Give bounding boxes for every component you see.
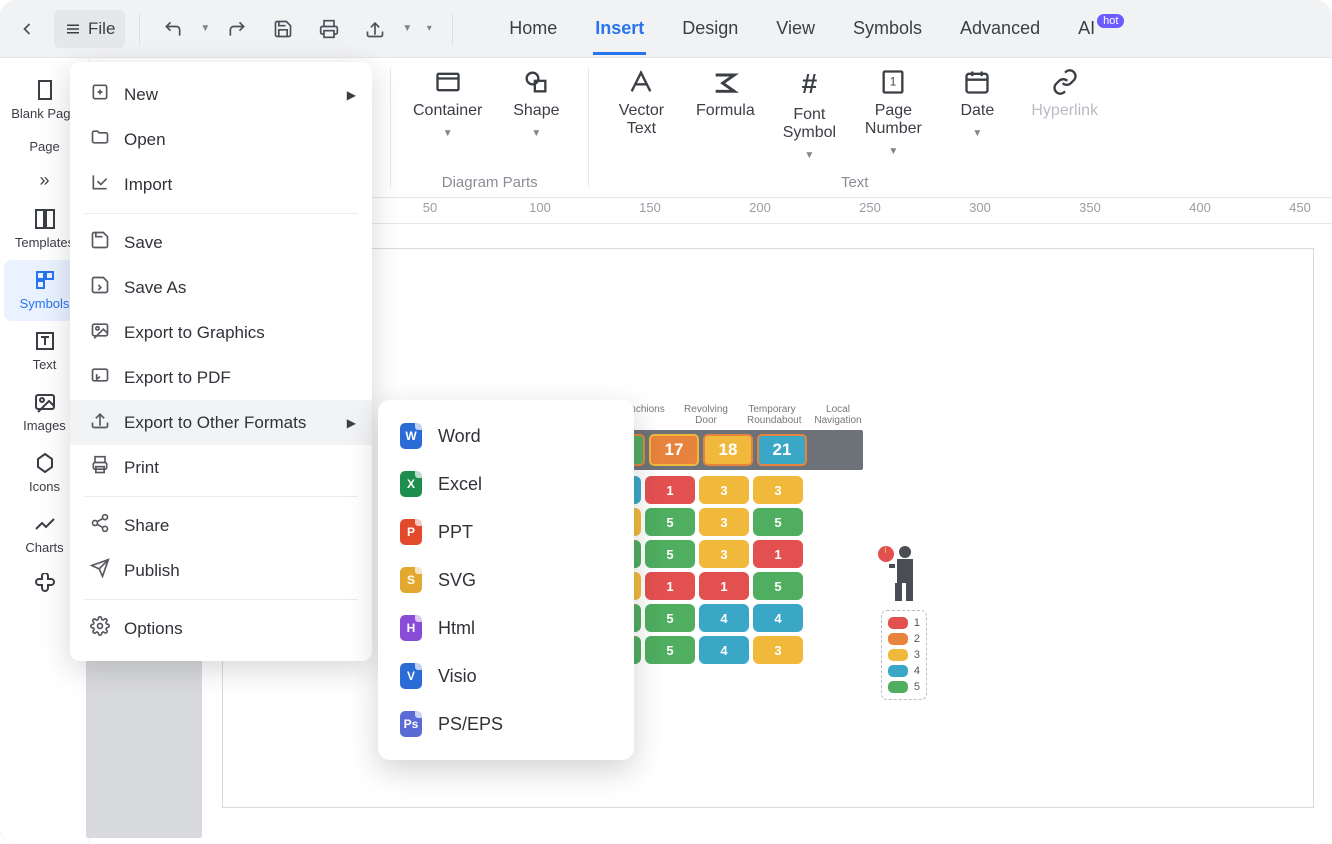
data-cell: 5	[753, 508, 803, 536]
svg-file-icon: S	[400, 567, 422, 593]
title-bar: File ▼ ▼ ▾ Home Insert Design View Symbo…	[0, 0, 1332, 58]
export-svg[interactable]: SSVG	[378, 556, 634, 604]
undo-button[interactable]	[154, 10, 192, 48]
ribbon-group-text: Vector Text Formula #Font Symbol▼ 1Page …	[589, 58, 1120, 197]
menu-item-saveas[interactable]: Save As	[70, 265, 372, 310]
total-cell: 18	[703, 434, 753, 466]
options-icon	[90, 616, 110, 641]
export-graphics-icon	[90, 320, 110, 345]
share-icon	[90, 513, 110, 538]
menu-item-open[interactable]: Open	[70, 117, 372, 162]
menu-item-export-graphics[interactable]: Export to Graphics	[70, 310, 372, 355]
person-icon	[875, 544, 923, 607]
menu-item-save[interactable]: Save	[70, 220, 372, 265]
tab-design[interactable]: Design	[680, 4, 740, 53]
data-cell: 3	[753, 636, 803, 664]
export-pdf-icon	[90, 365, 110, 390]
data-cell: 3	[699, 476, 749, 504]
import-icon	[90, 172, 110, 197]
data-cell: 3	[753, 476, 803, 504]
export-toolbar-dropdown[interactable]: ▼	[402, 23, 412, 34]
ribbon-vector-text[interactable]: Vector Text	[611, 68, 671, 138]
export-other-formats-submenu: WWordXExcelPPPTSSVGHHtmlVVisioPsPS/EPS	[378, 400, 634, 760]
ribbon-font-symbol[interactable]: #Font Symbol▼	[779, 68, 839, 161]
tab-home[interactable]: Home	[507, 4, 559, 53]
ribbon-group-diagram-parts: Container▼ Shape▼ Diagram Parts	[391, 58, 588, 197]
submenu-arrow-icon: ▶	[347, 88, 356, 102]
file-menu-label: File	[88, 19, 115, 39]
data-cell: 1	[645, 572, 695, 600]
data-cell: 1	[645, 476, 695, 504]
ribbon-formula[interactable]: Formula	[695, 68, 755, 120]
menu-item-options[interactable]: Options	[70, 606, 372, 651]
data-cell: 5	[645, 508, 695, 536]
data-cell: 5	[645, 540, 695, 568]
ribbon-hyperlink: Hyperlink	[1031, 68, 1098, 120]
save-button-toolbar[interactable]	[264, 10, 302, 48]
ppt-file-icon: P	[400, 519, 422, 545]
export-other-icon	[90, 410, 110, 435]
data-cell: 1	[753, 540, 803, 568]
save-icon	[90, 230, 110, 255]
export-ppt[interactable]: PPPT	[378, 508, 634, 556]
tab-symbols[interactable]: Symbols	[851, 4, 924, 53]
export-button-toolbar[interactable]	[356, 10, 394, 48]
data-cell: 3	[699, 508, 749, 536]
redo-button[interactable]	[218, 10, 256, 48]
data-cell: 5	[645, 604, 695, 632]
excel-file-icon: X	[400, 471, 422, 497]
data-cell: 3	[699, 540, 749, 568]
tab-view[interactable]: View	[774, 4, 817, 53]
data-cell: 5	[645, 636, 695, 664]
menu-item-print[interactable]: Print	[70, 445, 372, 490]
menu-item-publish[interactable]: Publish	[70, 548, 372, 593]
export-word[interactable]: WWord	[378, 412, 634, 460]
export-html[interactable]: HHtml	[378, 604, 634, 652]
menu-tabs: Home Insert Design View Symbols Advanced…	[507, 4, 1124, 53]
word-file-icon: W	[400, 423, 422, 449]
open-icon	[90, 127, 110, 152]
data-cell: 1	[699, 572, 749, 600]
new-icon	[90, 82, 110, 107]
menu-item-import[interactable]: Import	[70, 162, 372, 207]
ribbon-page-number[interactable]: 1Page Number▼	[863, 68, 923, 157]
ribbon-container[interactable]: Container▼	[413, 68, 482, 139]
print-icon	[90, 455, 110, 480]
export-visio[interactable]: VVisio	[378, 652, 634, 700]
color-legend: 12345	[881, 610, 927, 700]
menu-item-share[interactable]: Share	[70, 503, 372, 548]
total-cell: 17	[649, 434, 699, 466]
tab-ai[interactable]: AIhot	[1076, 4, 1124, 53]
ribbon-shape[interactable]: Shape▼	[506, 68, 566, 139]
undo-dropdown[interactable]: ▼	[200, 23, 210, 34]
back-button[interactable]	[8, 10, 46, 48]
saveas-icon	[90, 275, 110, 300]
export-pseps[interactable]: PsPS/EPS	[378, 700, 634, 748]
visio-file-icon: V	[400, 663, 422, 689]
menu-item-export-other[interactable]: Export to Other Formats▶	[70, 400, 372, 445]
ribbon-date[interactable]: Date▼	[947, 68, 1007, 139]
svg-text:1: 1	[890, 76, 896, 89]
pseps-file-icon: Ps	[400, 711, 422, 737]
data-cell: 4	[753, 604, 803, 632]
menu-item-new[interactable]: New▶	[70, 72, 372, 117]
data-cell: 4	[699, 604, 749, 632]
page-thumbnail[interactable]	[86, 658, 202, 838]
data-cell: 5	[753, 572, 803, 600]
hot-badge: hot	[1097, 14, 1124, 28]
tab-advanced[interactable]: Advanced	[958, 4, 1042, 53]
file-menu: New▶OpenImport SaveSave AsExport to Graph…	[70, 62, 372, 661]
export-excel[interactable]: XExcel	[378, 460, 634, 508]
publish-icon	[90, 558, 110, 583]
total-cell: 21	[757, 434, 807, 466]
data-cell: 4	[699, 636, 749, 664]
tab-insert[interactable]: Insert	[593, 4, 646, 53]
menu-item-export-pdf[interactable]: Export to PDF	[70, 355, 372, 400]
app-window: File ▼ ▼ ▾ Home Insert Design View Symbo…	[0, 0, 1332, 844]
file-menu-button[interactable]: File	[54, 10, 125, 48]
html-file-icon: H	[400, 615, 422, 641]
submenu-arrow-icon: ▶	[347, 416, 356, 430]
qat-customize[interactable]: ▾	[420, 23, 438, 34]
print-button-toolbar[interactable]	[310, 10, 348, 48]
